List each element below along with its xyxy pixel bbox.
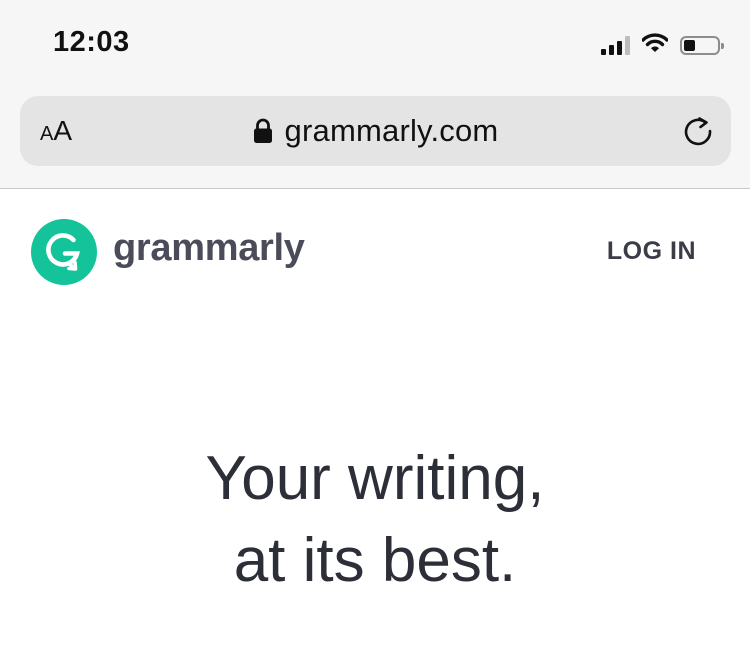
lock-icon xyxy=(253,118,273,144)
address-bar[interactable]: AA grammarly.com xyxy=(20,96,731,166)
status-time: 12:03 xyxy=(53,26,130,58)
hero-headline: Your writing, at its best. xyxy=(0,438,750,602)
login-link[interactable]: LOG IN xyxy=(607,237,696,266)
url-text: grammarly.com xyxy=(284,113,499,148)
battery-icon xyxy=(680,35,724,55)
wifi-icon xyxy=(641,32,669,58)
signal-icon xyxy=(601,35,630,55)
browser-toolbar: AA grammarly.com xyxy=(0,88,750,189)
hero-line-1: Your writing, xyxy=(205,444,545,513)
site-header: grammarly LOG IN xyxy=(0,189,750,309)
url-display[interactable]: grammarly.com xyxy=(20,113,731,149)
reload-icon[interactable] xyxy=(681,114,715,148)
status-bar: 12:03 xyxy=(0,0,750,88)
grammarly-logo-icon[interactable] xyxy=(31,219,97,285)
status-icons xyxy=(601,32,724,58)
logo-wordmark[interactable]: grammarly xyxy=(113,227,305,270)
hero-line-2: at its best. xyxy=(233,526,517,595)
